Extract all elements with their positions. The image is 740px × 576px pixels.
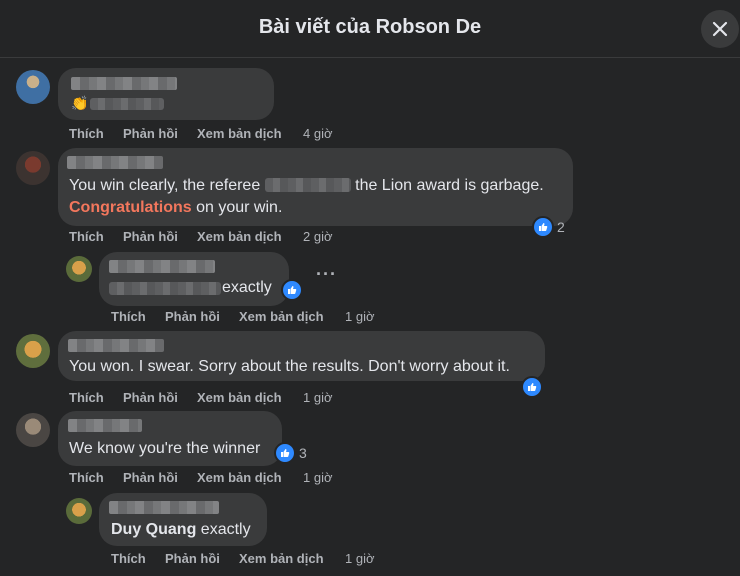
like-link[interactable]: Thích (111, 551, 146, 566)
timestamp[interactable]: 4 giờ (303, 126, 333, 141)
translate-link[interactable]: Xem bản dịch (197, 126, 282, 141)
reaction-summary[interactable]: 3 (274, 442, 307, 464)
avatar[interactable] (16, 334, 50, 368)
dialog-title: Bài viết của Robson De (258, 16, 482, 38)
comment-text: Duy Quang exactly (111, 521, 251, 538)
avatar[interactable] (16, 413, 50, 447)
timestamp[interactable]: 2 giờ (303, 229, 333, 244)
reply-link[interactable]: Phản hồi (123, 470, 178, 485)
comment-bubble: We know you're the winner (58, 411, 282, 466)
reply-bubble: exactly (99, 252, 289, 306)
timestamp[interactable]: 1 giờ (345, 551, 375, 566)
reply-link[interactable]: Phản hồi (165, 309, 220, 324)
commenter-name-redacted[interactable] (68, 339, 164, 352)
like-link[interactable]: Thích (69, 470, 104, 485)
close-icon (712, 21, 728, 37)
translate-link[interactable]: Xem bản dịch (197, 470, 282, 485)
comment-bubble: 👏 (58, 68, 274, 120)
comment-text: Congratulations on your win. (69, 199, 283, 216)
more-options-icon[interactable]: ··· (316, 264, 337, 285)
reply-link[interactable]: Phản hồi (165, 551, 220, 566)
reply-link[interactable]: Phản hồi (123, 390, 178, 405)
translate-link[interactable]: Xem bản dịch (197, 390, 282, 405)
commenter-name-redacted[interactable] (68, 419, 142, 432)
comment-text: exactly (222, 279, 272, 296)
like-link[interactable]: Thích (69, 390, 104, 405)
reply-link[interactable]: Phản hồi (123, 126, 178, 141)
like-icon (532, 216, 554, 238)
dialog-header: Bài viết của Robson De (0, 0, 740, 58)
like-icon (274, 442, 296, 464)
mention-link[interactable]: Duy Quang (111, 521, 196, 538)
highlighted-word: Congratulations (69, 199, 192, 216)
like-icon (521, 376, 543, 398)
redacted-text (109, 282, 221, 295)
clapping-hands-icon: 👏 (71, 95, 89, 111)
avatar[interactable] (16, 70, 50, 104)
reaction-summary[interactable]: 2 (532, 216, 565, 238)
translate-link[interactable]: Xem bản dịch (239, 551, 324, 566)
like-link[interactable]: Thích (111, 309, 146, 324)
comment-bubble: You win clearly, the referee the Lion aw… (58, 148, 573, 226)
timestamp[interactable]: 1 giờ (345, 309, 375, 324)
redacted-text (90, 98, 164, 110)
comment-bubble: You won. I swear. Sorry about the result… (58, 331, 545, 381)
avatar[interactable] (66, 256, 92, 282)
comment-text: We know you're the winner (69, 440, 261, 457)
commenter-name-redacted[interactable] (109, 501, 219, 514)
reaction-summary[interactable] (521, 376, 543, 398)
reaction-count: 3 (299, 445, 307, 461)
reply-link[interactable]: Phản hồi (123, 229, 178, 244)
close-button[interactable] (701, 10, 739, 48)
commenter-name-redacted[interactable] (109, 260, 215, 273)
commenter-name-redacted[interactable] (67, 156, 163, 169)
reaction-count: 2 (557, 219, 565, 235)
commenter-name-redacted[interactable] (71, 77, 177, 90)
avatar[interactable] (16, 151, 50, 185)
reaction-summary[interactable] (281, 279, 303, 301)
reply-bubble: Duy Quang exactly (99, 493, 267, 546)
timestamp[interactable]: 1 giờ (303, 390, 333, 405)
like-link[interactable]: Thích (69, 229, 104, 244)
translate-link[interactable]: Xem bản dịch (197, 229, 282, 244)
timestamp[interactable]: 1 giờ (303, 470, 333, 485)
comment-text: You won. I swear. Sorry about the result… (69, 358, 510, 375)
like-link[interactable]: Thích (69, 126, 104, 141)
comment-text: You win clearly, the referee the Lion aw… (69, 177, 544, 194)
like-icon (281, 279, 303, 301)
avatar[interactable] (66, 498, 92, 524)
translate-link[interactable]: Xem bản dịch (239, 309, 324, 324)
